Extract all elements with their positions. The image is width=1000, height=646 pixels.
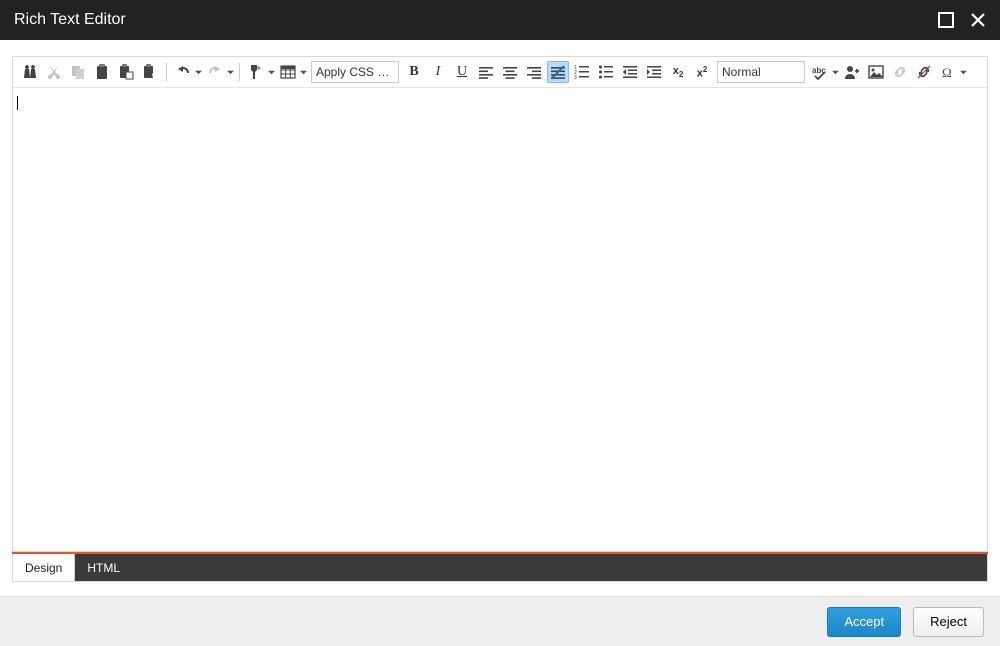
reject-button[interactable]: Reject xyxy=(913,607,984,637)
paragraph-format-label: Normal xyxy=(722,65,796,79)
undo-button[interactable] xyxy=(172,61,202,83)
view-tabs: Design HTML xyxy=(12,554,988,582)
dialog-footer: Accept Reject xyxy=(0,596,1000,646)
svg-text:w: w xyxy=(151,71,158,80)
insert-user-button[interactable] xyxy=(841,61,863,83)
align-center-button[interactable] xyxy=(499,61,521,83)
redo-button[interactable] xyxy=(204,61,234,83)
paste-button[interactable] xyxy=(91,61,113,83)
editor-container: w Apply CSS … B xyxy=(0,40,1000,554)
spellcheck-button[interactable]: abc xyxy=(809,61,839,83)
underline-button[interactable]: U xyxy=(451,61,473,83)
remove-format-button[interactable] xyxy=(547,61,569,83)
editor-box: w Apply CSS … B xyxy=(12,56,988,552)
close-icon[interactable] xyxy=(970,12,986,28)
unordered-list-button[interactable] xyxy=(595,61,617,83)
ordered-list-button[interactable]: 123 xyxy=(571,61,593,83)
paste-word-button[interactable]: w xyxy=(139,61,161,83)
format-painter-button[interactable] xyxy=(245,61,275,83)
italic-button[interactable]: I xyxy=(427,61,449,83)
text-cursor xyxy=(17,96,18,110)
accept-button[interactable]: Accept xyxy=(827,607,901,637)
subscript-button[interactable]: x2 xyxy=(667,61,689,83)
indent-button[interactable] xyxy=(643,61,665,83)
find-button[interactable] xyxy=(19,61,41,83)
special-char-button[interactable]: Ω xyxy=(937,61,967,83)
insert-image-button[interactable] xyxy=(865,61,887,83)
superscript-button[interactable]: x2 xyxy=(691,61,713,83)
svg-text:Ω: Ω xyxy=(942,65,952,80)
cut-button[interactable] xyxy=(43,61,65,83)
insert-link-button[interactable] xyxy=(889,61,911,83)
insert-table-button[interactable] xyxy=(277,61,307,83)
outdent-button[interactable] xyxy=(619,61,641,83)
copy-button[interactable] xyxy=(67,61,89,83)
separator xyxy=(239,63,240,81)
window-titlebar: Rich Text Editor xyxy=(0,0,1000,40)
paste-text-button[interactable] xyxy=(115,61,137,83)
css-class-dropdown[interactable]: Apply CSS … xyxy=(311,61,399,83)
tab-html[interactable]: HTML xyxy=(75,554,132,581)
tab-design[interactable]: Design xyxy=(13,554,75,581)
align-right-button[interactable] xyxy=(523,61,545,83)
unlink-button[interactable] xyxy=(913,61,935,83)
css-class-label: Apply CSS … xyxy=(316,65,390,79)
window-controls xyxy=(938,12,986,28)
maximize-icon[interactable] xyxy=(938,12,954,28)
bold-button[interactable]: B xyxy=(403,61,425,83)
toolbar: w Apply CSS … B xyxy=(13,57,987,88)
separator xyxy=(166,63,167,81)
svg-text:3: 3 xyxy=(574,75,577,80)
editor-canvas[interactable] xyxy=(13,88,987,551)
window-title: Rich Text Editor xyxy=(14,11,126,29)
paragraph-format-dropdown[interactable]: Normal xyxy=(717,61,805,83)
align-left-button[interactable] xyxy=(475,61,497,83)
